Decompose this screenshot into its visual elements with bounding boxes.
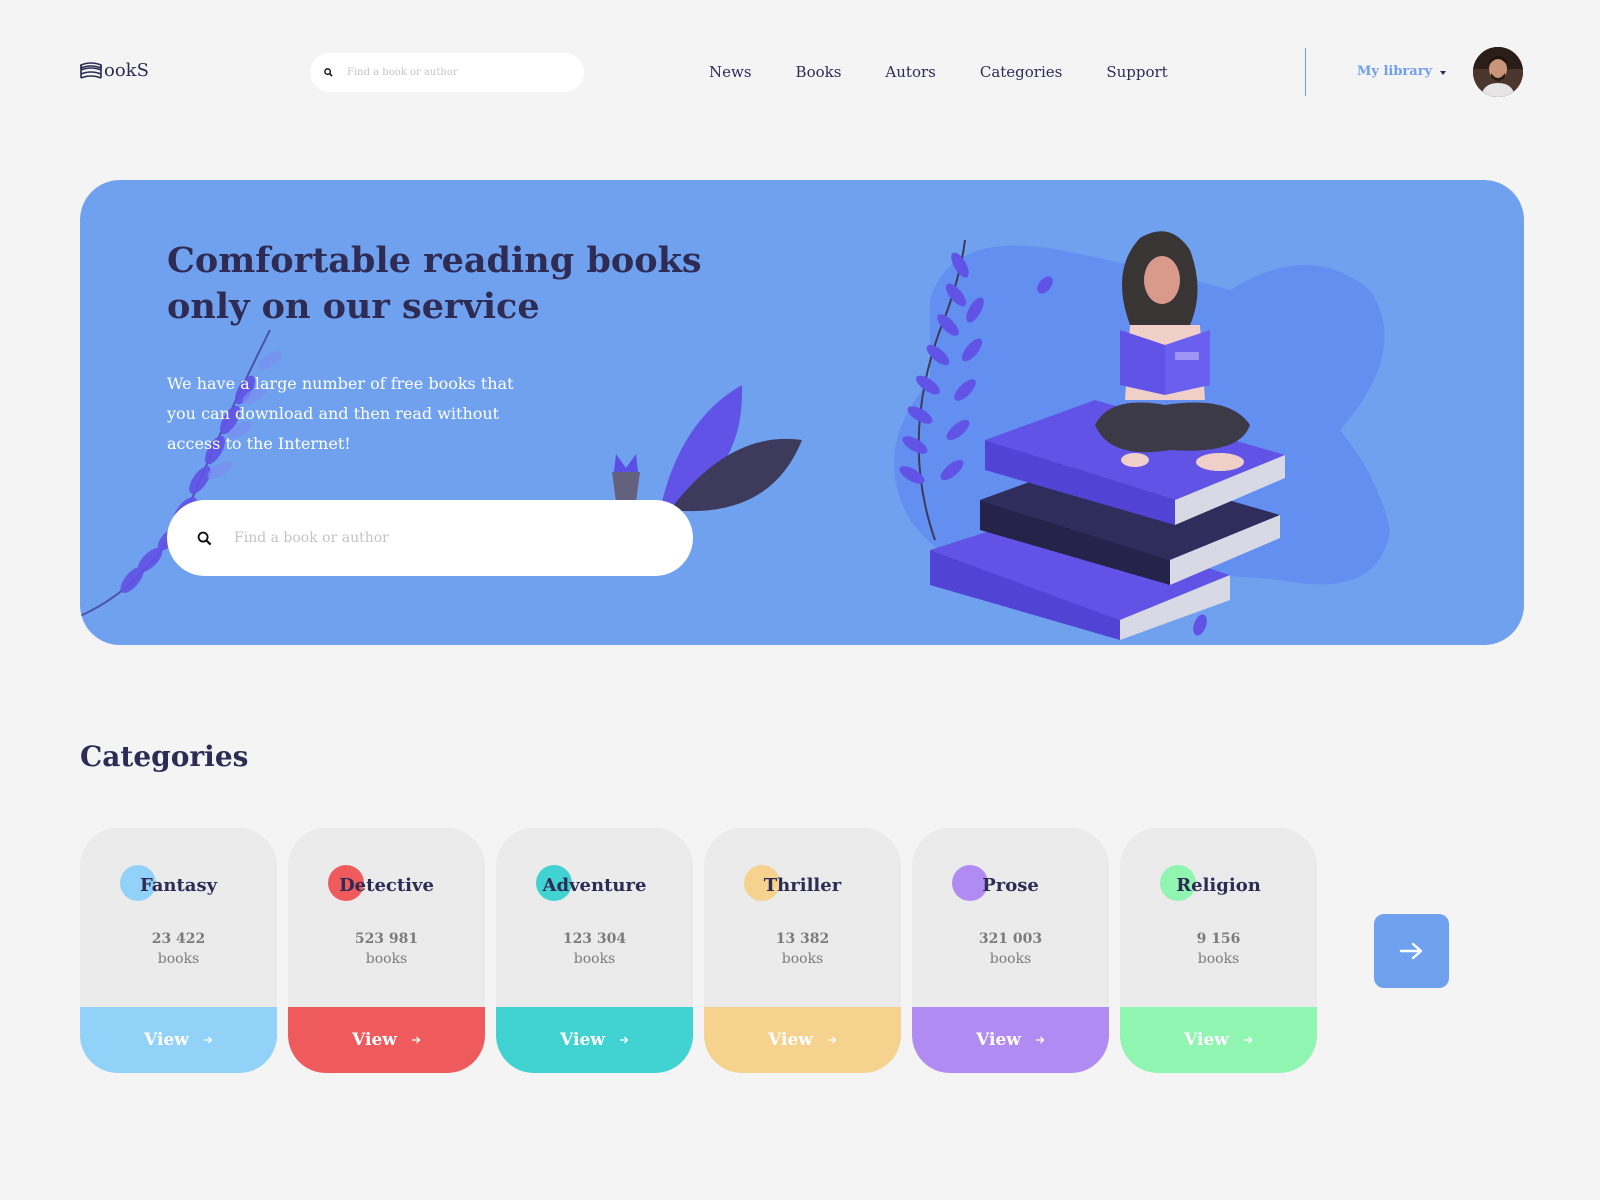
main-nav: News Books Autors Categories Support bbox=[709, 63, 1168, 81]
category-name: Religion bbox=[1176, 875, 1261, 896]
category-card-adventure: Adventure 123 304 books View bbox=[496, 828, 693, 1073]
category-count: 9 156 bbox=[1196, 931, 1241, 947]
hero-title: Comfortable reading books only on our se… bbox=[167, 238, 787, 330]
hero-title-line-2: only on our service bbox=[167, 286, 540, 327]
view-religion-button[interactable]: View bbox=[1120, 1007, 1317, 1073]
nav-item-news[interactable]: News bbox=[709, 63, 752, 81]
hero-description-line-2: you can download and then read without bbox=[167, 404, 500, 423]
view-button-label: View bbox=[144, 1030, 189, 1050]
view-button-label: View bbox=[560, 1030, 605, 1050]
header-search-input[interactable] bbox=[347, 67, 567, 78]
search-icon bbox=[324, 68, 333, 77]
view-button-label: View bbox=[352, 1030, 397, 1050]
category-name: Adventure bbox=[542, 875, 647, 896]
category-name: Prose bbox=[982, 875, 1039, 896]
category-count: 23 422 bbox=[151, 931, 206, 947]
category-count-unit: books bbox=[157, 951, 200, 967]
category-count: 321 003 bbox=[978, 931, 1043, 947]
view-button-label: View bbox=[1184, 1030, 1229, 1050]
view-thriller-button[interactable]: View bbox=[704, 1007, 901, 1073]
view-fantasy-button[interactable]: View bbox=[80, 1007, 277, 1073]
books-logo-icon bbox=[80, 61, 102, 81]
category-name: Thriller bbox=[763, 875, 842, 896]
hero-search-bar[interactable] bbox=[167, 500, 693, 576]
nav-item-autors[interactable]: Autors bbox=[885, 63, 935, 81]
nav-item-categories[interactable]: Categories bbox=[980, 63, 1063, 81]
category-card-prose: Prose 321 003 books View bbox=[912, 828, 1109, 1073]
category-count-unit: books bbox=[781, 951, 824, 967]
header: ookS News Books Autors Categories Suppor… bbox=[0, 0, 1600, 145]
category-name: Detective bbox=[339, 875, 434, 896]
caret-down-icon bbox=[1440, 70, 1447, 75]
header-search-bar[interactable] bbox=[310, 53, 584, 92]
hero-banner: Comfortable reading books only on our se… bbox=[80, 180, 1524, 645]
hero-description-line-3: access to the Internet! bbox=[167, 434, 351, 453]
hero-description: We have a large number of free books tha… bbox=[167, 369, 577, 459]
arrow-right-icon bbox=[1243, 1035, 1253, 1045]
category-card-detective: Detective 523 981 books View bbox=[288, 828, 485, 1073]
category-count: 523 981 bbox=[354, 931, 419, 947]
category-card-religion: Religion 9 156 books View bbox=[1120, 828, 1317, 1073]
hero-title-line-1: Comfortable reading books bbox=[167, 240, 702, 281]
search-icon bbox=[197, 531, 212, 546]
my-library-label: My library bbox=[1357, 64, 1433, 79]
category-count-unit: books bbox=[1197, 951, 1240, 967]
logo-text: ookS bbox=[104, 60, 149, 81]
hero-description-line-1: We have a large number of free books tha… bbox=[167, 374, 514, 393]
category-name: Fantasy bbox=[139, 875, 218, 896]
nav-item-books[interactable]: Books bbox=[796, 63, 842, 81]
avatar[interactable] bbox=[1473, 47, 1523, 97]
view-prose-button[interactable]: View bbox=[912, 1007, 1109, 1073]
categories-title: Categories bbox=[80, 740, 249, 773]
view-button-label: View bbox=[768, 1030, 813, 1050]
my-library-dropdown[interactable]: My library bbox=[1357, 64, 1447, 79]
arrow-right-icon bbox=[827, 1035, 837, 1045]
category-count-unit: books bbox=[573, 951, 616, 967]
category-count-unit: books bbox=[989, 951, 1032, 967]
view-button-label: View bbox=[976, 1030, 1021, 1050]
logo[interactable]: ookS bbox=[80, 60, 149, 81]
header-divider bbox=[1305, 48, 1306, 96]
arrow-right-icon bbox=[1399, 941, 1425, 961]
arrow-right-icon bbox=[619, 1035, 629, 1045]
plant-pot-decoration bbox=[612, 385, 802, 512]
category-count-unit: books bbox=[365, 951, 408, 967]
view-adventure-button[interactable]: View bbox=[496, 1007, 693, 1073]
hero-search-input[interactable] bbox=[234, 530, 654, 546]
arrow-right-icon bbox=[411, 1035, 421, 1045]
category-card-thriller: Thriller 13 382 books View bbox=[704, 828, 901, 1073]
next-categories-button[interactable] bbox=[1374, 914, 1449, 988]
category-count: 13 382 bbox=[775, 931, 830, 947]
nav-item-support[interactable]: Support bbox=[1106, 63, 1167, 81]
category-card-fantasy: Fantasy 23 422 books View bbox=[80, 828, 277, 1073]
view-detective-button[interactable]: View bbox=[288, 1007, 485, 1073]
category-count: 123 304 bbox=[562, 931, 627, 947]
arrow-right-icon bbox=[203, 1035, 213, 1045]
arrow-right-icon bbox=[1035, 1035, 1045, 1045]
